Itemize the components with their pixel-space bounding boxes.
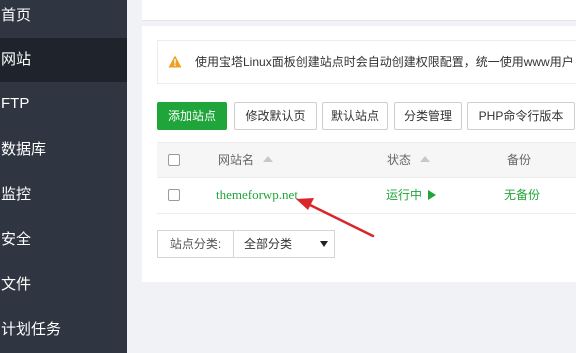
sidebar-item-monitor[interactable]: 监控 (0, 173, 127, 217)
sidebar-item-ftp[interactable]: FTP (0, 82, 127, 126)
sidebar-item-label: 文件 (1, 276, 32, 293)
sort-up-icon (420, 155, 431, 162)
edit-default-page-button[interactable]: 修改默认页 (234, 102, 317, 130)
sidebar-item-files[interactable]: 文件 (0, 263, 127, 307)
chevron-down-icon (320, 241, 328, 247)
column-header-label: 备份 (507, 153, 532, 167)
add-site-button[interactable]: 添加站点 (157, 102, 227, 130)
sidebar-item-label: 安全 (1, 231, 32, 248)
warning-icon (168, 55, 182, 68)
sidebar-item-label: 监控 (1, 186, 32, 203)
table-row: themeforwp.net 运行中 无备份 (157, 178, 576, 214)
sidebar-item-label: 网站 (1, 51, 32, 68)
backup-link[interactable]: 无备份 (504, 178, 540, 212)
sidebar-item-label: 计划任务 (1, 321, 62, 338)
column-header-site-name[interactable]: 网站名 (218, 143, 274, 177)
site-status-toggle[interactable]: 运行中 (386, 178, 437, 212)
category-filter-label: 站点分类: (158, 231, 234, 257)
select-all-checkbox[interactable] (168, 154, 180, 166)
default-site-button[interactable]: 默认站点 (322, 102, 388, 130)
column-header-label: 状态 (387, 153, 412, 167)
sidebar-item-label: 数据库 (1, 141, 47, 158)
sidebar-item-label: 首页 (1, 7, 32, 24)
sidebar-item-security[interactable]: 安全 (0, 218, 127, 262)
category-filter: 站点分类: 全部分类 (157, 230, 335, 258)
column-header-label: 网站名 (218, 153, 255, 167)
sidebar-item-label: FTP (1, 95, 30, 112)
play-icon (428, 189, 437, 200)
row-checkbox[interactable] (168, 189, 180, 201)
sort-up-icon (263, 155, 274, 162)
table-header: 网站名 状态 备份 (157, 142, 576, 178)
sidebar-item-home[interactable]: 首页 (0, 0, 127, 38)
notice-text: 使用宝塔Linux面板创建站点时会自动创建权限配置，统一使用www用户 (195, 55, 574, 69)
column-header-backup: 备份 (507, 143, 531, 177)
top-panel (142, 0, 576, 21)
site-name-text: themeforwp.net (216, 187, 298, 202)
php-cli-version-button[interactable]: PHP命令行版本 (467, 102, 575, 130)
sidebar: 首页 网站 FTP 数据库 监控 安全 文件 计划任务 (0, 0, 127, 353)
site-list-panel: 使用宝塔Linux面板创建站点时会自动创建权限配置，统一使用www用户 添加站点… (142, 26, 576, 282)
sidebar-item-cron[interactable]: 计划任务 (0, 308, 127, 352)
site-name-link[interactable]: themeforwp.net (216, 178, 298, 212)
column-header-status[interactable]: 状态 (387, 143, 431, 177)
backup-text: 无备份 (504, 188, 541, 202)
site-status-text: 运行中 (386, 188, 423, 202)
category-select[interactable]: 全部分类 (234, 231, 334, 257)
category-select-value: 全部分类 (244, 237, 293, 251)
sidebar-item-website[interactable]: 网站 (0, 38, 127, 82)
notice-bar: 使用宝塔Linux面板创建站点时会自动创建权限配置，统一使用www用户 (157, 40, 576, 84)
category-manage-button[interactable]: 分类管理 (394, 102, 462, 130)
sidebar-item-database[interactable]: 数据库 (0, 128, 127, 172)
